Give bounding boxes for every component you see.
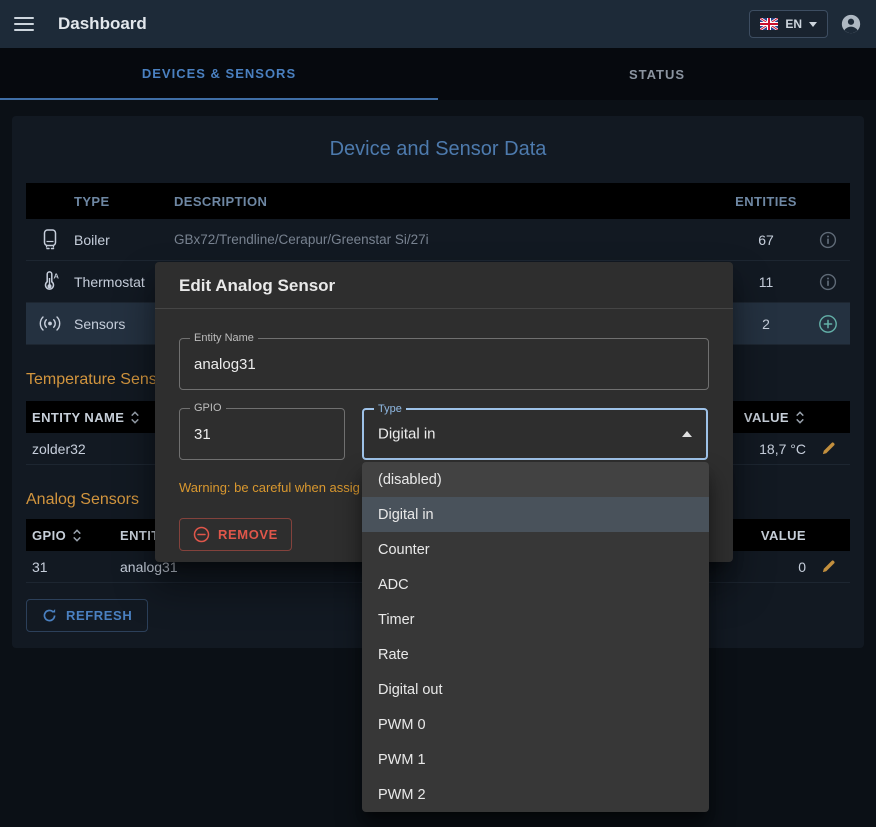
remove-button[interactable]: REMOVE bbox=[179, 518, 292, 551]
chevron-up-icon bbox=[682, 431, 692, 437]
sensors-icon bbox=[38, 315, 62, 332]
entity-name-field[interactable]: Entity Name bbox=[179, 338, 709, 390]
remove-icon bbox=[193, 526, 210, 543]
sensor-value: 18,7 °C bbox=[759, 441, 806, 457]
dropdown-item[interactable]: Timer bbox=[362, 602, 709, 637]
dropdown-item[interactable]: ADC bbox=[362, 567, 709, 602]
info-icon[interactable] bbox=[819, 273, 837, 291]
refresh-icon bbox=[42, 608, 57, 623]
dropdown-item[interactable]: Digital out bbox=[362, 672, 709, 707]
refresh-button[interactable]: REFRESH bbox=[26, 599, 148, 632]
language-selector[interactable]: EN bbox=[749, 10, 828, 38]
tab-devices-sensors[interactable]: DEVICES & SENSORS bbox=[0, 48, 438, 100]
tab-status[interactable]: STATUS bbox=[438, 48, 876, 100]
device-entities-count: 67 bbox=[758, 232, 774, 248]
dropdown-item[interactable]: PWM 2 bbox=[362, 777, 709, 812]
type-label: Type bbox=[374, 403, 406, 416]
chevron-down-icon bbox=[809, 22, 817, 27]
info-icon[interactable] bbox=[819, 231, 837, 249]
tab-bar: DEVICES & SENSORS STATUS bbox=[0, 48, 876, 100]
menu-icon[interactable] bbox=[14, 17, 34, 31]
device-entities-count: 11 bbox=[759, 274, 774, 290]
col-value: VALUE bbox=[761, 528, 806, 543]
dropdown-item-selected[interactable]: Digital in bbox=[362, 497, 709, 532]
col-entities: ENTITIES bbox=[735, 194, 797, 209]
language-label: EN bbox=[785, 17, 802, 31]
edit-icon[interactable] bbox=[821, 559, 836, 574]
sort-icon bbox=[71, 528, 83, 543]
app-bar: Dashboard EN bbox=[0, 0, 876, 48]
table-row: Boiler GBx72/Trendline/Cerapur/Greenstar… bbox=[26, 219, 850, 261]
dropdown-item[interactable]: (disabled) bbox=[362, 462, 709, 497]
edit-icon[interactable] bbox=[821, 441, 836, 456]
dropdown-item[interactable]: PWM 1 bbox=[362, 742, 709, 777]
device-description: GBx72/Trendline/Cerapur/Greenstar Si/27i bbox=[174, 232, 726, 247]
account-icon[interactable] bbox=[840, 13, 862, 35]
thermostat-icon: A bbox=[40, 271, 61, 292]
type-select[interactable]: Type Digital in bbox=[362, 408, 708, 460]
type-selected-value: Digital in bbox=[378, 426, 436, 443]
boiler-icon bbox=[41, 229, 59, 250]
divider bbox=[155, 308, 733, 309]
gpio-number: 31 bbox=[26, 559, 120, 575]
uk-flag-icon bbox=[760, 18, 778, 30]
col-gpio[interactable]: GPIO bbox=[26, 528, 120, 543]
col-type: TYPE bbox=[74, 194, 174, 209]
gpio-input[interactable] bbox=[180, 409, 344, 459]
col-description: DESCRIPTION bbox=[174, 194, 726, 209]
gpio-field[interactable]: GPIO bbox=[179, 408, 345, 460]
devices-table-header: TYPE DESCRIPTION ENTITIES bbox=[26, 183, 850, 219]
app-title: Dashboard bbox=[58, 14, 147, 34]
dialog-title: Edit Analog Sensor bbox=[179, 276, 335, 296]
type-dropdown-menu: (disabled) Digital in Counter ADC Timer … bbox=[362, 462, 709, 812]
appbar-right: EN bbox=[749, 10, 862, 38]
dropdown-item[interactable]: Rate bbox=[362, 637, 709, 672]
device-entities-count: 2 bbox=[762, 316, 770, 332]
col-value[interactable]: VALUE bbox=[744, 410, 806, 425]
sort-icon bbox=[129, 410, 141, 425]
sensor-value: 0 bbox=[798, 559, 806, 575]
warning-text: Warning: be careful when assig bbox=[179, 480, 360, 495]
entity-name-input[interactable] bbox=[180, 339, 708, 389]
dropdown-item[interactable]: PWM 0 bbox=[362, 707, 709, 742]
dropdown-item[interactable]: Counter bbox=[362, 532, 709, 567]
sort-icon bbox=[794, 410, 806, 425]
page-title: Device and Sensor Data bbox=[26, 116, 850, 161]
svg-text:A: A bbox=[53, 272, 59, 281]
device-type: Boiler bbox=[74, 232, 174, 248]
add-icon[interactable] bbox=[818, 314, 838, 334]
